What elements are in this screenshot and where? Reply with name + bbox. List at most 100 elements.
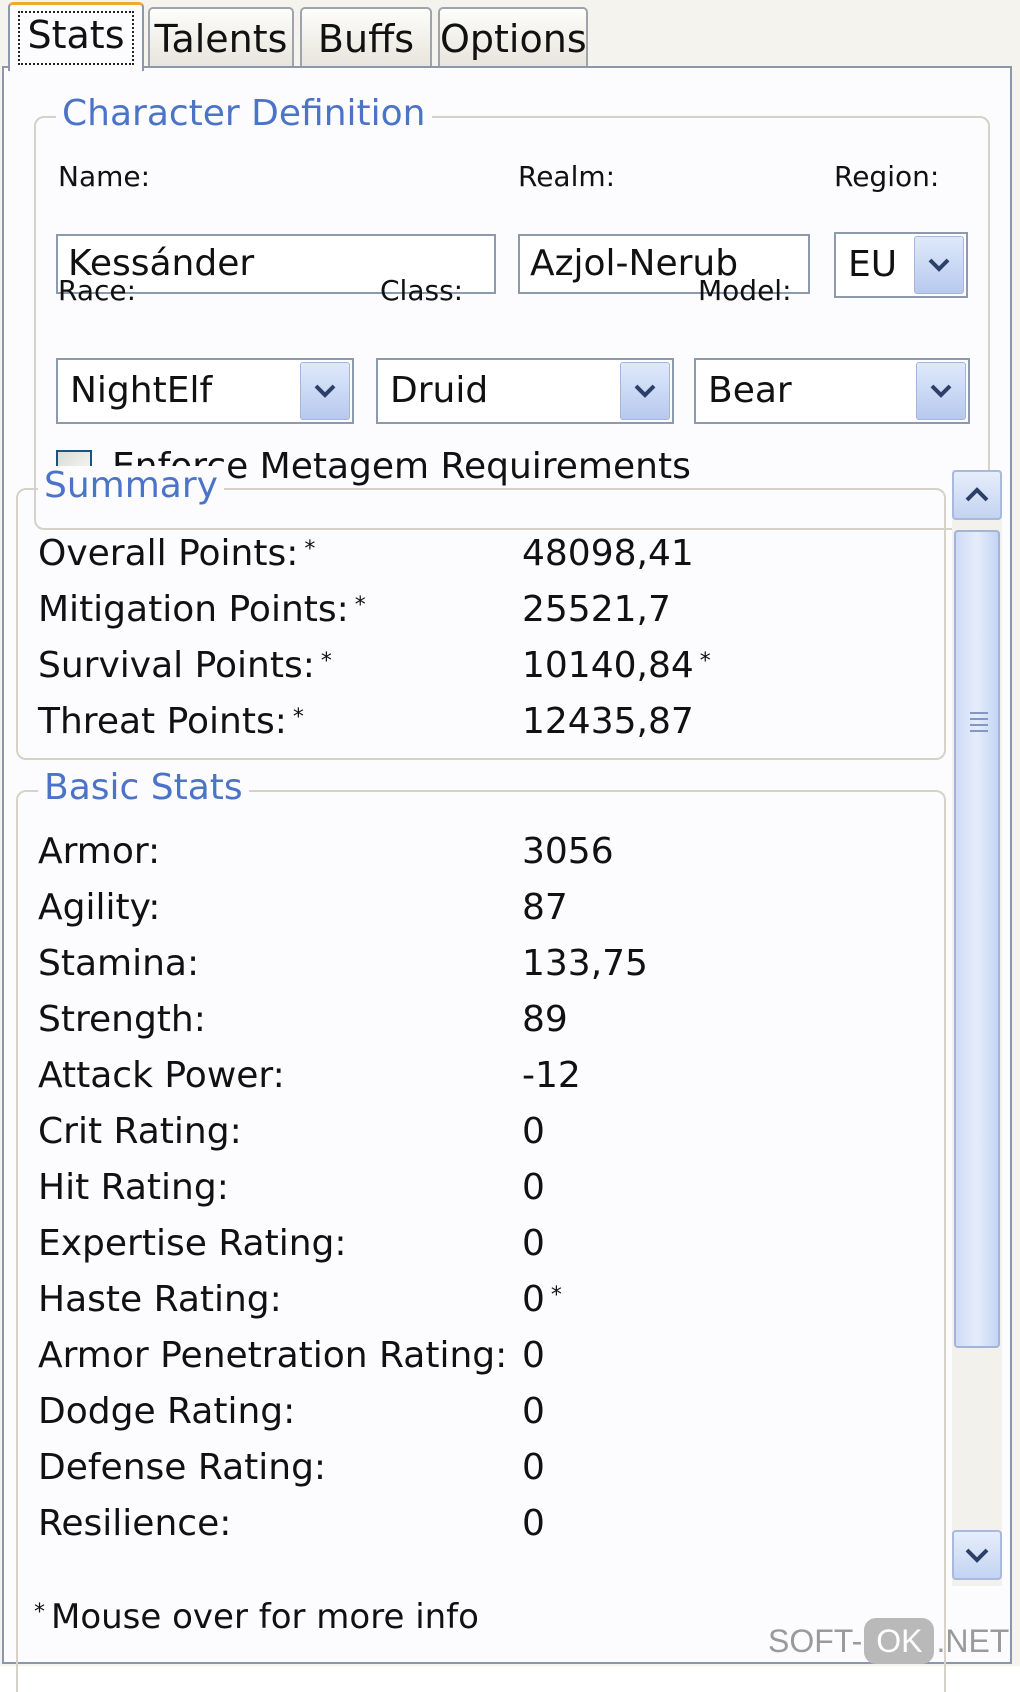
stat-row: Armor Penetration Rating: 0 (38, 1328, 918, 1384)
summary-row: Survival Points: * 10140,84 * (38, 638, 918, 694)
stat-label: Armor Penetration Rating: (38, 1335, 508, 1376)
race-dropdown-button[interactable] (300, 362, 350, 420)
summary-label-text: Mitigation Points: (38, 589, 349, 630)
stat-row: Strength: 89 (38, 992, 918, 1048)
stat-value: 0 (522, 1447, 545, 1488)
stat-value: 0 (522, 1111, 545, 1152)
stat-value: 0 (522, 1167, 545, 1208)
stat-row: Armor: 3056 (38, 824, 918, 880)
stat-value-text: 0 (522, 1279, 545, 1320)
model-label: Model: (698, 274, 792, 307)
stat-label: Attack Power: (38, 1055, 285, 1096)
chevron-down-icon (634, 384, 656, 398)
stat-value: 0 (522, 1391, 545, 1432)
class-dropdown-button[interactable] (620, 362, 670, 420)
watermark-left: SOFT- (768, 1623, 863, 1659)
info-marker[interactable]: * (304, 537, 315, 562)
region-dropdown-button[interactable] (914, 236, 964, 294)
scroll-down-button[interactable] (952, 1530, 1002, 1580)
summary-row: Mitigation Points: * 25521,7 (38, 582, 918, 638)
stat-value: 0 (522, 1503, 545, 1544)
stat-row: Stamina: 133,75 (38, 936, 918, 992)
scroll-thumb[interactable] (954, 530, 1000, 1348)
realm-label: Realm: (518, 160, 616, 193)
info-marker[interactable]: * (321, 649, 332, 674)
class-select[interactable]: Druid (376, 358, 674, 424)
stat-row: Resilience: 0 (38, 1496, 918, 1552)
info-marker[interactable]: * (293, 705, 304, 730)
class-value: Druid (390, 370, 489, 411)
stats-panel: Character Definition Name: Kessánder Rea… (2, 66, 1012, 1692)
stats-window: Stats Talents Buffs Options Character De… (0, 0, 1020, 1692)
tab-stats[interactable]: Stats (8, 2, 144, 71)
summary-label-text: Overall Points: (38, 533, 299, 574)
summary-value-text: 10140,84 (522, 645, 694, 686)
stat-row: Expertise Rating: 0 (38, 1216, 918, 1272)
summary-row: Threat Points: * 12435,87 (38, 694, 918, 750)
region-select[interactable]: EU (834, 232, 968, 298)
stat-label: Defense Rating: (38, 1447, 327, 1488)
stat-value: 87 (522, 887, 568, 928)
chevron-down-icon (928, 258, 950, 272)
stat-label: Haste Rating: (38, 1279, 282, 1320)
stat-label: Agility: (38, 887, 161, 928)
stat-label: Crit Rating: (38, 1111, 242, 1152)
stat-value: -12 (522, 1055, 581, 1096)
grip-line (970, 712, 988, 714)
summary-label-text: Survival Points: (38, 645, 315, 686)
model-select[interactable]: Bear (694, 358, 970, 424)
chevron-down-icon (314, 384, 336, 398)
summary-value: 12435,87 (522, 701, 694, 742)
watermark-ok: OK (864, 1618, 935, 1664)
watermark: SOFT- OK .NET (768, 1618, 1009, 1664)
footer-text: Mouse over for more info (51, 1597, 479, 1637)
region-label: Region: (834, 160, 940, 193)
stat-label: Hit Rating: (38, 1167, 229, 1208)
tab-talents-label: Talents (154, 17, 288, 61)
chevron-up-icon (965, 487, 989, 502)
scroll-up-button[interactable] (952, 470, 1002, 520)
stat-value: 133,75 (522, 943, 648, 984)
class-label: Class: (380, 274, 464, 307)
stat-label: Strength: (38, 999, 206, 1040)
stat-row: Hit Rating: 0 (38, 1160, 918, 1216)
info-marker: * (34, 1600, 45, 1625)
stat-value: 0 (522, 1223, 545, 1264)
summary-label-text: Threat Points: (38, 701, 287, 742)
tab-strip: Stats Talents Buffs Options (0, 0, 1020, 71)
race-value: NightElf (70, 370, 213, 411)
info-marker[interactable]: * (551, 1283, 562, 1308)
chevron-down-icon (930, 384, 952, 398)
summary-row: Overall Points: * 48098,41 (38, 526, 918, 582)
tab-options-label: Options (440, 17, 587, 61)
race-label: Race: (58, 274, 137, 307)
summary-label: Overall Points: * (38, 526, 315, 582)
grip-line (970, 718, 988, 720)
focus-rectangle (18, 11, 134, 65)
info-marker[interactable]: * (700, 649, 711, 674)
stat-label: Stamina: (38, 943, 200, 984)
summary-label: Survival Points: * (38, 638, 332, 694)
vertical-scrollbar[interactable] (952, 470, 1002, 1586)
tab-options[interactable]: Options (438, 7, 588, 69)
character-definition-title: Character Definition (56, 94, 432, 134)
stat-row: Crit Rating: 0 (38, 1104, 918, 1160)
info-marker[interactable]: * (355, 593, 366, 618)
model-dropdown-button[interactable] (916, 362, 966, 420)
grip-line (970, 724, 988, 726)
footer-note: * Mouse over for more info (34, 1592, 479, 1642)
stat-label: Dodge Rating: (38, 1391, 296, 1432)
race-select[interactable]: NightElf (56, 358, 354, 424)
stat-value: 0 * (522, 1272, 562, 1328)
stat-row: Dodge Rating: 0 (38, 1384, 918, 1440)
stat-label: Resilience: (38, 1503, 232, 1544)
summary-value: 25521,7 (522, 589, 671, 630)
name-label: Name: (58, 160, 151, 193)
tab-buffs[interactable]: Buffs (300, 7, 432, 69)
summary-title: Summary (38, 466, 224, 506)
stat-label: Armor: (38, 831, 161, 872)
tab-talents[interactable]: Talents (148, 7, 294, 69)
grip-line (970, 730, 988, 732)
stat-value: 3056 (522, 831, 614, 872)
stat-value: 89 (522, 999, 568, 1040)
